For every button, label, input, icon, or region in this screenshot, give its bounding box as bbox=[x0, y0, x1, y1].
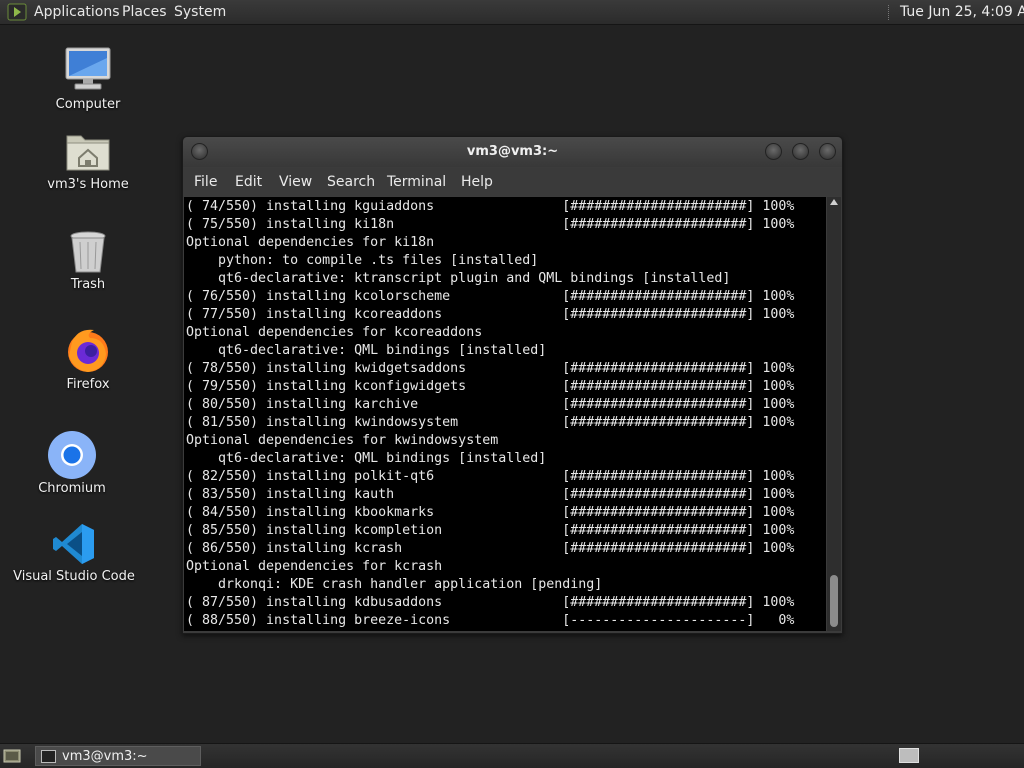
terminal-line: ( 76/550) installing kcolorscheme [#####… bbox=[186, 289, 795, 304]
home-folder-icon bbox=[66, 135, 110, 171]
top-panel: Applications Places System Tue Jun 25, 4… bbox=[0, 0, 1024, 25]
menu-system[interactable]: System bbox=[174, 4, 226, 20]
desktop-icon-label: vm3's Home bbox=[47, 177, 129, 192]
terminal-line: ( 74/550) installing kguiaddons [#######… bbox=[186, 199, 795, 214]
terminal-line: Optional dependencies for ki18n bbox=[186, 235, 435, 250]
desktop-icon-label: Visual Studio Code bbox=[13, 569, 135, 584]
desktop-icon-vscode[interactable]: Visual Studio Code bbox=[9, 520, 139, 586]
scrollbar-thumb[interactable] bbox=[830, 575, 838, 627]
terminal-output[interactable]: ( 74/550) installing kguiaddons [#######… bbox=[184, 197, 826, 631]
terminal-line: ( 80/550) installing karchive [#########… bbox=[186, 397, 795, 412]
terminal-line: ( 82/550) installing polkit-qt6 [#######… bbox=[186, 469, 795, 484]
menu-view[interactable]: View bbox=[279, 174, 312, 190]
terminal-line: python: to compile .ts files [installed] bbox=[186, 253, 539, 268]
desktop-icon-firefox[interactable]: Firefox bbox=[23, 326, 153, 394]
maximize-icon[interactable] bbox=[792, 143, 809, 160]
terminal-line: ( 79/550) installing kconfigwidgets [###… bbox=[186, 379, 795, 394]
workspace-switcher[interactable] bbox=[899, 748, 919, 763]
bottom-panel: vm3@vm3:~ bbox=[0, 743, 1024, 768]
window-title: vm3@vm3:~ bbox=[466, 144, 559, 159]
desktop-icon-computer[interactable]: Computer bbox=[23, 44, 153, 116]
terminal-menubar: File Edit View Search Terminal Help bbox=[183, 168, 842, 196]
terminal-line: Optional dependencies for kcoreaddons bbox=[186, 325, 483, 340]
terminal-line: ( 85/550) installing kcompletion [######… bbox=[186, 523, 795, 538]
menu-help[interactable]: Help bbox=[461, 174, 493, 190]
menu-applications[interactable]: Applications bbox=[34, 4, 120, 20]
terminal-app-icon bbox=[41, 750, 56, 763]
window-titlebar[interactable]: vm3@vm3:~ bbox=[183, 137, 842, 167]
menu-file[interactable]: File bbox=[194, 174, 217, 190]
terminal-line: ( 78/550) installing kwidgetsaddons [###… bbox=[186, 361, 795, 376]
terminal-line: Optional dependencies for kcrash bbox=[186, 559, 443, 574]
terminal-line: ( 86/550) installing kcrash [###########… bbox=[186, 541, 795, 556]
applications-logo-icon[interactable] bbox=[7, 3, 27, 21]
terminal-line: ( 77/550) installing kcoreaddons [######… bbox=[186, 307, 795, 322]
desktop-icon-home[interactable]: vm3's Home bbox=[23, 128, 153, 194]
desktop-icon-label: Trash bbox=[70, 277, 106, 292]
terminal-window[interactable]: vm3@vm3:~ File Edit View Search Terminal… bbox=[182, 136, 843, 634]
firefox-icon bbox=[68, 329, 108, 372]
desktop-icon-label: Chromium bbox=[38, 481, 106, 496]
terminal-line: ( 83/550) installing kauth [############… bbox=[186, 487, 795, 502]
trash-icon bbox=[70, 231, 106, 273]
clock[interactable]: Tue Jun 25, 4:09 AM bbox=[900, 4, 1024, 20]
terminal-line: ( 84/550) installing kbookmarks [#######… bbox=[186, 505, 795, 520]
menu-search[interactable]: Search bbox=[327, 174, 375, 190]
close-icon[interactable] bbox=[819, 143, 836, 160]
minimize-icon[interactable] bbox=[765, 143, 782, 160]
desktop-icon-label: Computer bbox=[55, 97, 121, 112]
show-desktop-icon[interactable] bbox=[3, 748, 21, 764]
computer-icon bbox=[65, 47, 111, 90]
terminal-line: qt6-declarative: QML bindings [installed… bbox=[186, 451, 547, 466]
terminal-line: ( 81/550) installing kwindowsystem [####… bbox=[186, 415, 795, 430]
chromium-icon bbox=[48, 431, 96, 479]
terminal-text: ( 74/550) installing kguiaddons [#######… bbox=[186, 198, 794, 630]
terminal-line: drkonqi: KDE crash handler application [… bbox=[186, 577, 603, 592]
terminal-line: qt6-declarative: QML bindings [installed… bbox=[186, 343, 547, 358]
desktop-icon-trash[interactable]: Trash bbox=[23, 228, 153, 294]
menu-terminal[interactable]: Terminal bbox=[387, 174, 446, 190]
vscode-icon bbox=[53, 524, 94, 564]
terminal-line: ( 87/550) installing kdbusaddons [######… bbox=[186, 595, 795, 610]
terminal-line: qt6-declarative: ktranscript plugin and … bbox=[186, 271, 731, 286]
panel-separator bbox=[888, 5, 891, 20]
taskbar-button-terminal[interactable]: vm3@vm3:~ bbox=[35, 746, 201, 766]
taskbar-button-label: vm3@vm3:~ bbox=[62, 749, 148, 764]
desktop-icon-chromium[interactable]: Chromium bbox=[7, 430, 137, 498]
scroll-up-arrow-icon[interactable] bbox=[830, 199, 838, 205]
menu-places[interactable]: Places bbox=[122, 4, 167, 20]
desktop-icon-label: Firefox bbox=[66, 377, 110, 392]
terminal-line: ( 88/550) installing breeze-icons [-----… bbox=[186, 613, 795, 628]
terminal-scrollbar[interactable] bbox=[827, 197, 841, 631]
terminal-line: Optional dependencies for kwindowsystem bbox=[186, 433, 499, 448]
terminal-line: ( 75/550) installing ki18n [############… bbox=[186, 217, 795, 232]
menu-edit[interactable]: Edit bbox=[235, 174, 262, 190]
